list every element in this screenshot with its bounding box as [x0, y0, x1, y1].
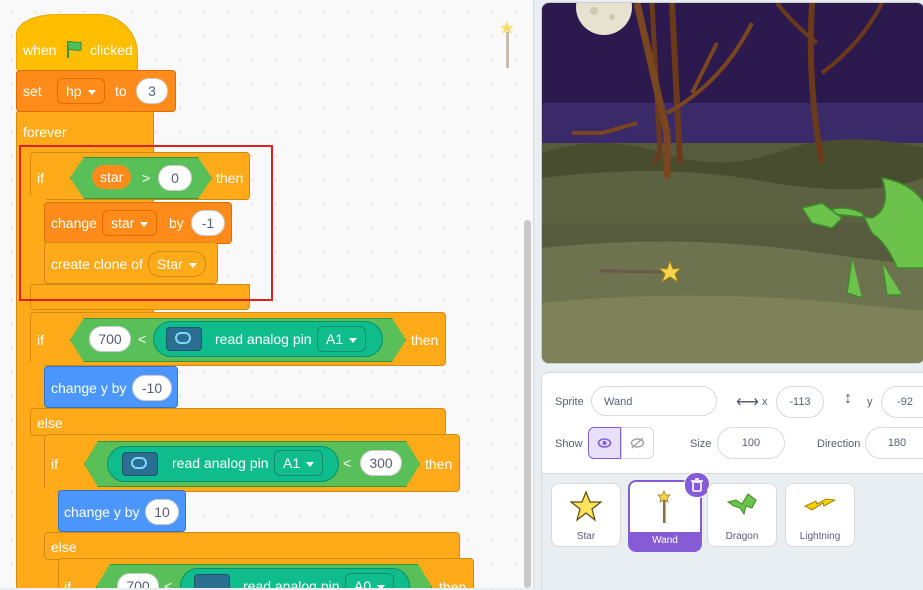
chevron-down-icon — [306, 461, 315, 467]
vertical-scrollbar[interactable] — [524, 220, 531, 588]
trash-icon — [691, 478, 703, 492]
direction-field[interactable]: 180 — [865, 427, 923, 459]
if-label: if — [64, 579, 71, 588]
sprite-tile-lightning[interactable]: Lightning — [785, 483, 855, 547]
green-flag-icon — [67, 40, 82, 58]
change-y-label: change y by — [51, 380, 127, 396]
value-input[interactable]: 10 — [145, 499, 179, 525]
hat-when-label: when — [23, 42, 57, 58]
operator-symbol: < — [343, 455, 352, 471]
pin-dropdown-a0[interactable]: A0 — [345, 573, 395, 588]
arduino-icon — [166, 327, 202, 351]
y-label: y — [867, 396, 873, 408]
to-label: to — [115, 83, 127, 99]
value-input[interactable]: 700 — [117, 573, 159, 588]
then-label: then — [439, 579, 467, 588]
direction-label: Direction — [817, 438, 861, 450]
star-icon — [570, 490, 602, 522]
arduino-icon — [122, 452, 158, 476]
set-label: set — [23, 83, 42, 99]
eye-hidden-icon — [630, 437, 645, 449]
code-area[interactable]: when clicked set hp to 3 forever if star… — [0, 0, 534, 588]
value-input[interactable]: 300 — [360, 450, 402, 476]
value-input[interactable]: 700 — [89, 326, 131, 352]
if-else-block-1-bar — [30, 362, 44, 588]
hat-clicked-label: clicked — [90, 42, 133, 58]
reporter-label: read analog pin — [243, 578, 340, 588]
then-label: then — [411, 332, 439, 348]
sprite-label: Sprite — [555, 396, 584, 408]
arduino-icon — [194, 574, 230, 588]
reporter-label: read analog pin — [172, 455, 269, 471]
pin-dropdown-a1[interactable]: A1 — [274, 450, 324, 476]
sprite-tile-star[interactable]: Star — [551, 483, 621, 547]
horizontal-arrows-icon: ⟷ — [736, 394, 759, 411]
size-field[interactable]: 100 — [717, 427, 785, 459]
else-label: else — [51, 539, 77, 555]
dropdown-value: A1 — [283, 455, 301, 471]
x-position-field[interactable]: -113 — [776, 386, 824, 418]
if-label: if — [51, 456, 58, 472]
variable-dropdown-hp[interactable]: hp — [57, 78, 105, 104]
show-label: Show — [555, 438, 583, 450]
dropdown-value: hp — [66, 83, 82, 99]
forever-label: forever — [23, 124, 67, 140]
else-bar-2 — [44, 532, 460, 560]
if-label: if — [37, 332, 44, 348]
show-hidden-button[interactable] — [621, 427, 654, 459]
reporter-label: read analog pin — [215, 331, 312, 347]
y-position-field[interactable]: -92 — [881, 386, 923, 418]
wand-sprite-watermark-icon — [500, 21, 514, 68]
sprite-name-field[interactable]: Wand — [591, 386, 717, 416]
chevron-down-icon — [349, 337, 358, 343]
size-label: Size — [690, 438, 712, 450]
sprite-tile-dragon[interactable]: Dragon — [707, 483, 777, 547]
else-label: else — [37, 415, 63, 431]
sprite-list: Star Wand Dragon Lightning — [542, 472, 923, 590]
dragon-icon — [726, 493, 757, 516]
then-label: then — [425, 456, 453, 472]
value-input[interactable]: -10 — [132, 375, 172, 401]
lightning-icon — [804, 498, 836, 511]
sprite-info-panel: Sprite Wand ⟷ x -113 ↕ y -92 Show Size 1… — [541, 372, 923, 590]
eye-icon — [597, 438, 612, 448]
show-visible-button[interactable] — [588, 427, 621, 459]
dropdown-value: A1 — [326, 331, 344, 347]
value-input[interactable]: 3 — [136, 78, 168, 104]
dropdown-value: A0 — [354, 578, 372, 588]
sprite-tile-wand[interactable]: Wand — [628, 472, 710, 552]
sprite-tile-name: Star — [576, 531, 596, 542]
sprite-tile-name: Lightning — [799, 531, 841, 542]
chevron-down-icon — [87, 89, 96, 95]
change-y-label: change y by — [64, 504, 140, 520]
sprite-tile-name: Wand — [630, 532, 700, 550]
sprite-tile-name: Dragon — [725, 531, 759, 542]
stage[interactable] — [541, 2, 923, 364]
highlight-box — [19, 145, 273, 301]
x-label: x — [762, 396, 768, 408]
stage-scene — [542, 3, 923, 363]
wand-icon — [657, 490, 671, 523]
operator-symbol: < — [164, 578, 173, 588]
else-bar-1 — [30, 408, 446, 436]
pin-dropdown-a1[interactable]: A1 — [317, 326, 367, 352]
operator-symbol: < — [138, 331, 147, 347]
vertical-arrows-icon: ↕ — [844, 390, 852, 407]
